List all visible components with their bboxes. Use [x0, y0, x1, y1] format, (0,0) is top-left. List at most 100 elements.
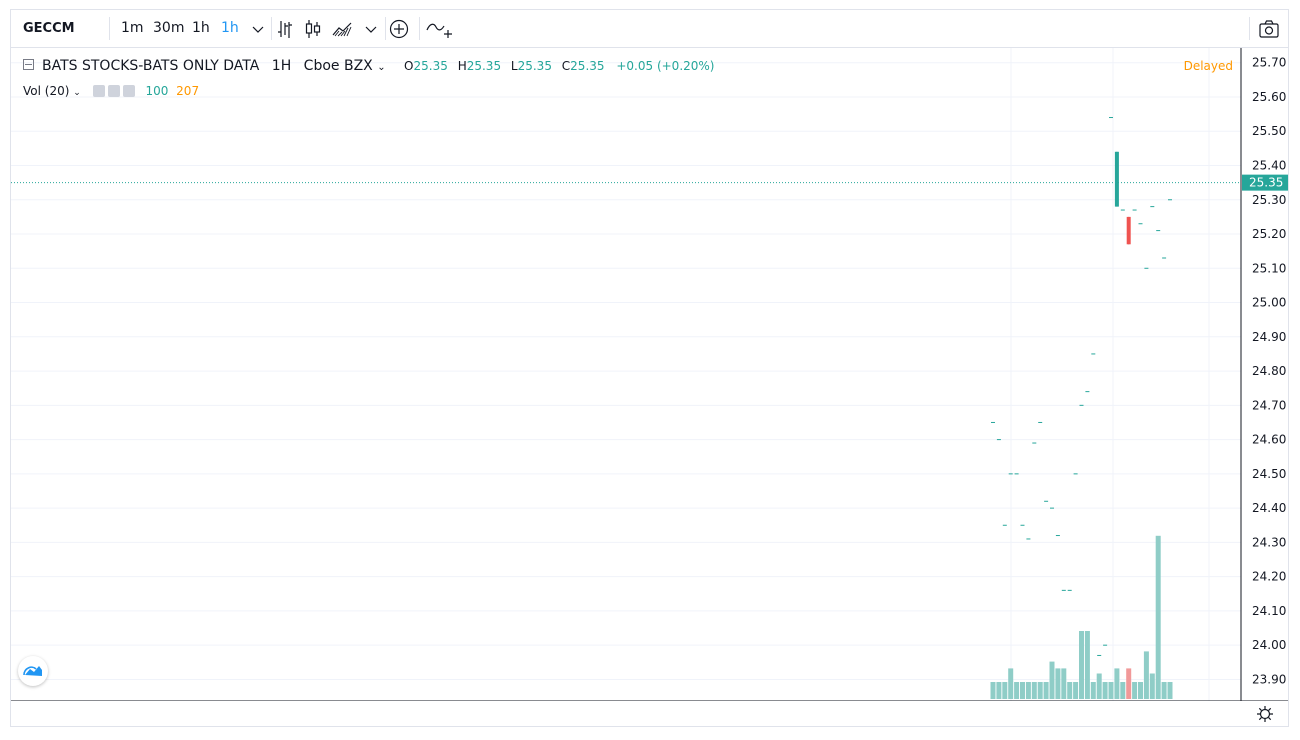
series-legend: BATS STOCKS-BATS ONLY DATA 1H Cboe BZX ⌄…: [23, 58, 715, 74]
volume-bar: [1120, 682, 1126, 699]
time-axis[interactable]: [11, 701, 1288, 727]
volume-bar: [1084, 631, 1090, 699]
price-axis-label: 25.70: [1252, 56, 1286, 70]
volume-bar: [1020, 682, 1025, 699]
interval-1m[interactable]: 1m: [121, 10, 144, 47]
volume-bar: [1043, 682, 1049, 699]
bar-chart-style-icon[interactable]: [274, 18, 296, 40]
series-title: BATS STOCKS-BATS ONLY DATA: [42, 58, 260, 74]
candle: [1126, 216, 1131, 245]
volume-bar: [1008, 668, 1014, 699]
toolbar-divider: [271, 17, 272, 40]
volume-bar: [1079, 631, 1084, 699]
camera-icon[interactable]: [1258, 18, 1280, 40]
price-axis-label: 24.80: [1252, 364, 1286, 378]
last-price-label: 25.35: [1249, 176, 1283, 190]
settings-icon[interactable]: [107, 85, 120, 97]
close-label: C: [561, 59, 571, 73]
symbol-search[interactable]: GECCM: [23, 10, 75, 47]
volume-bar: [1167, 682, 1173, 699]
chevron-down-icon[interactable]: [247, 18, 269, 40]
price-axis-label: 24.90: [1252, 330, 1286, 344]
volume-bar: [1067, 682, 1073, 699]
volume-bar: [1055, 668, 1061, 699]
volume-bar: [1025, 682, 1031, 699]
collapse-legend-icon[interactable]: [23, 59, 34, 70]
price-axis-label: 24.20: [1252, 570, 1286, 584]
candle-style-icon[interactable]: [302, 18, 324, 40]
toolbar-divider: [1249, 17, 1250, 40]
volume-bar: [1049, 661, 1055, 699]
interval-30m[interactable]: 30m: [153, 10, 184, 47]
volume-bar: [1037, 682, 1043, 699]
volume-bar: [1031, 682, 1037, 699]
toolbar-divider: [109, 17, 110, 40]
chevron-down-icon[interactable]: ⌄: [73, 88, 81, 98]
volume-bar: [1126, 668, 1132, 699]
volume-bar: [1108, 682, 1114, 699]
price-axis-label: 25.10: [1252, 261, 1286, 275]
price-chart-svg[interactable]: 25.70 25.60 25.50 25.40 25.30 25.20 25.10 25.00…: [11, 48, 1288, 701]
volume-bar: [1102, 682, 1108, 699]
price-axis-label: 25.60: [1252, 90, 1286, 104]
price-axis-label: 24.00: [1252, 638, 1286, 652]
eye-icon[interactable]: [92, 85, 105, 97]
price-axis-label: 24.40: [1252, 501, 1286, 515]
volume-bar: [996, 682, 1002, 699]
volume-bar: [1073, 682, 1079, 699]
series-exchange: Cboe BZX: [303, 58, 373, 74]
volume-bar: [1002, 682, 1008, 699]
candle: [1114, 151, 1119, 207]
volume-bar: [1143, 651, 1149, 699]
price-axis-label: 25.40: [1252, 158, 1286, 172]
volume-value: 100: [145, 84, 169, 98]
price-axis-label: 25.20: [1252, 227, 1286, 241]
chart-pane[interactable]: 25.70 25.60 25.50 25.40 25.30 25.20 25.10 25.00…: [11, 48, 1288, 701]
close-value: 25.35: [570, 59, 605, 73]
chevron-down-icon[interactable]: ⌄: [377, 62, 385, 73]
volume-bar: [1096, 673, 1102, 699]
interval-1h-active[interactable]: 1h: [221, 10, 239, 47]
price-axis-label: 24.60: [1252, 433, 1286, 447]
price-axis-label: 25.30: [1252, 193, 1286, 207]
price-axis-label: 24.50: [1252, 467, 1286, 481]
volume-bar: [1138, 682, 1143, 699]
price-axis-label: 24.30: [1252, 535, 1286, 549]
volume-ma-value: 207: [176, 84, 200, 98]
chevron-down-icon[interactable]: [360, 18, 382, 40]
open-value: 25.35: [413, 59, 448, 73]
price-axis-label: 24.10: [1252, 604, 1286, 618]
close-icon[interactable]: [122, 85, 135, 97]
change-value: +0.05 (+0.20%): [616, 59, 715, 73]
volume-label[interactable]: Vol (20): [23, 84, 69, 98]
volume-legend: Vol (20) ⌄ 100 207: [23, 84, 199, 98]
price-axis-label: 25.00: [1252, 296, 1286, 310]
delayed-badge: Delayed: [1183, 59, 1233, 73]
volume-bar: [990, 682, 996, 699]
indicators-icon[interactable]: [425, 18, 453, 40]
volume-bar: [1090, 682, 1096, 699]
volume-bar: [1014, 682, 1020, 699]
volume-bar: [1155, 535, 1161, 699]
toolbar-divider: [385, 17, 386, 40]
add-compare-icon[interactable]: [388, 18, 410, 40]
interval-1h[interactable]: 1h: [192, 10, 210, 47]
gear-icon[interactable]: [1255, 704, 1275, 724]
low-label: L: [510, 59, 518, 73]
volume-bar: [1132, 682, 1138, 699]
price-axis-label: 25.50: [1252, 124, 1286, 138]
price-axis-label: 24.70: [1252, 398, 1286, 412]
volume-bar: [1061, 668, 1067, 699]
volume-bar: [1149, 673, 1155, 699]
low-value: 25.35: [517, 59, 552, 73]
volume-bar: [1161, 682, 1167, 699]
price-axis-label: 23.90: [1252, 672, 1286, 686]
area-style-icon[interactable]: [331, 18, 353, 40]
series-interval: 1H: [271, 58, 292, 74]
volume-bar: [1114, 668, 1120, 699]
high-label: H: [457, 59, 467, 73]
open-label: O: [404, 59, 414, 73]
toolbar-divider: [419, 17, 420, 40]
tradingview-logo-icon[interactable]: [18, 656, 48, 686]
high-value: 25.35: [466, 59, 502, 73]
